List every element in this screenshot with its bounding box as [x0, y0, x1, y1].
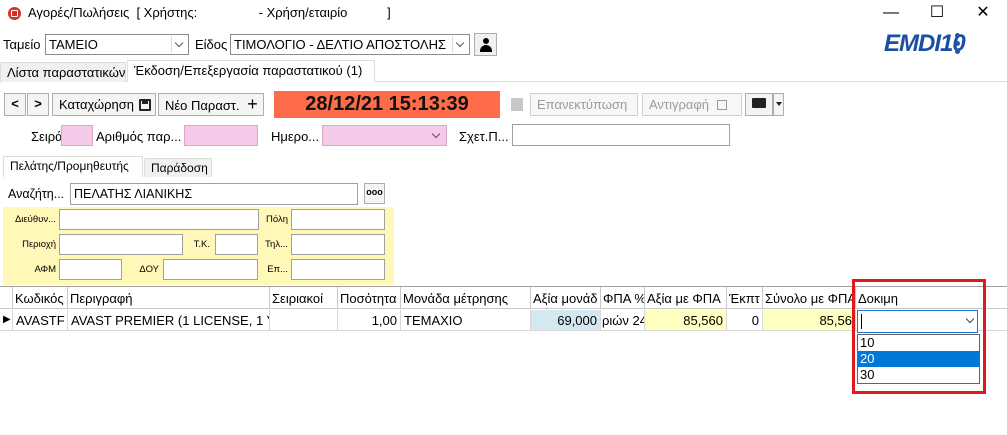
title-bar: Αγορές/Πωλήσεις [ Χρήστης: - Χρήση/εταιρ…: [0, 0, 1007, 27]
series-input[interactable]: [61, 125, 93, 146]
phone-input[interactable]: [291, 234, 385, 255]
print-dropdown[interactable]: [773, 93, 784, 116]
window-title: Αγορές/Πωλήσεις [ Χρήστης: - Χρήση/εταιρ…: [28, 5, 391, 20]
cell-serials[interactable]: [270, 310, 338, 331]
user-button[interactable]: [474, 33, 497, 56]
city-label: Πόλη: [266, 214, 288, 225]
chevron-down-icon: [429, 127, 445, 144]
type-select[interactable]: ΤΙΜΟΛΟΓΙΟ - ΔΕΛΤΙΟ ΑΠΟΣΤΟΛΗΣ: [230, 34, 470, 55]
column-header-description[interactable]: Περιγραφή: [68, 287, 270, 309]
profession-input[interactable]: [291, 259, 385, 280]
docnum-input[interactable]: [184, 125, 258, 146]
address-label: Διεύθυν...: [14, 214, 56, 225]
date-select[interactable]: [322, 125, 447, 146]
tab-document-edit[interactable]: Έκδοση/Επεξεργασία παραστατικού (1): [127, 60, 375, 82]
printer-icon: [752, 98, 766, 108]
zip-input[interactable]: [215, 234, 258, 255]
phone-label: Τηλ...: [264, 239, 288, 250]
reprint-button[interactable]: Επανεκτύπωση: [530, 93, 638, 116]
zip-label: Τ.Κ.: [193, 239, 210, 250]
cell-value-with-vat[interactable]: 85,560: [645, 310, 727, 331]
series-label: Σειρά: [31, 129, 63, 144]
column-header-discount[interactable]: Έκπτ: [727, 287, 763, 309]
address-input[interactable]: [59, 209, 259, 230]
column-header-total[interactable]: Σύνολο με ΦΠΑ: [763, 287, 856, 309]
customer-search-input[interactable]: ΠΕΛΑΤΗΣ ΛΙΑΝΙΚΗΣ: [70, 183, 358, 205]
area-label: Περιοχή: [22, 239, 56, 250]
minimize-button[interactable]: —: [876, 2, 906, 24]
cell-total[interactable]: 85,56: [763, 310, 856, 331]
plus-icon: +: [247, 94, 258, 114]
docnum-label: Αριθμός παρ...: [96, 129, 182, 144]
column-header-code[interactable]: Κωδικός: [13, 287, 68, 309]
more-customer-button[interactable]: ooo: [364, 183, 385, 204]
search-label: Αναζήτη...: [8, 187, 65, 201]
print-button[interactable]: [745, 93, 773, 116]
chevron-down-icon: [171, 36, 187, 53]
cell-quantity[interactable]: 1,00: [338, 310, 401, 331]
date-label: Ημερο...: [271, 129, 320, 144]
row-selector[interactable]: ▶: [0, 310, 13, 331]
cell-description[interactable]: AVAST PREMIER (1 LICENSE, 1 Y: [68, 310, 270, 331]
cell-discount[interactable]: 0: [727, 310, 763, 331]
tab-document-list[interactable]: Λίστα παραστατικών: [0, 62, 126, 82]
type-label: Είδος: [195, 37, 228, 52]
save-icon: [139, 99, 151, 111]
doy-input[interactable]: [163, 259, 258, 280]
register-value: ΤΑΜΕΙΟ: [49, 37, 98, 52]
copy-label: Αντιγραφή: [649, 97, 710, 112]
register-select[interactable]: ΤΑΜΕΙΟ: [45, 34, 189, 55]
close-button[interactable]: ✕: [968, 2, 998, 24]
afm-input[interactable]: [59, 259, 122, 280]
area-input[interactable]: [59, 234, 183, 255]
save-label: Καταχώρηση: [59, 97, 134, 112]
cell-code[interactable]: AVASTF: [13, 310, 68, 331]
caret-down-icon: [776, 102, 782, 106]
save-button[interactable]: Καταχώρηση: [52, 93, 156, 116]
city-input[interactable]: [291, 209, 385, 230]
new-document-label: Νέο Παραστ.: [165, 98, 240, 113]
chevron-down-icon: [452, 36, 468, 53]
type-value: ΤΙΜΟΛΟΓΙΟ - ΔΕΛΤΙΟ ΑΠΟΣΤΟΛΗΣ: [234, 37, 447, 52]
copy-button[interactable]: Αντιγραφή: [642, 93, 742, 116]
annotation-highlight: [852, 279, 986, 394]
column-header-value-with-vat[interactable]: Αξία με ΦΠΑ: [645, 287, 727, 309]
more-menu-icon[interactable]: [953, 33, 961, 55]
delete-icon: [511, 98, 523, 111]
column-header-serials[interactable]: Σειριακοί: [270, 287, 338, 309]
column-header-vat[interactable]: ΦΠΑ %: [601, 287, 645, 309]
cell-vat[interactable]: ριών 24: [601, 310, 645, 331]
related-label: Σχετ.Π...: [459, 129, 509, 144]
cell-unit-value[interactable]: 69,000: [531, 310, 601, 331]
copy-icon: [716, 100, 727, 110]
profession-label: Επ...: [267, 264, 288, 275]
related-input[interactable]: [512, 124, 730, 146]
register-label: Ταμείο: [3, 37, 41, 52]
user-icon: [483, 38, 489, 44]
customer-search-value: ΠΕΛΑΤΗΣ ΛΙΑΝΙΚΗΣ: [74, 187, 193, 201]
maximize-button[interactable]: ☐: [922, 2, 952, 24]
prev-button[interactable]: <: [4, 93, 26, 116]
column-header-quantity[interactable]: Ποσότητα: [338, 287, 401, 309]
column-header-unit-value[interactable]: Αξία μονάδ: [531, 287, 601, 309]
datetime-display: 28/12/21 15:13:39: [274, 91, 500, 118]
cell-unit[interactable]: ΤΕΜΑΧΙΟ: [401, 310, 531, 331]
tab-delivery[interactable]: Παράδοση: [144, 158, 212, 177]
next-button[interactable]: >: [27, 93, 49, 116]
column-header-unit[interactable]: Μονάδα μέτρησης: [401, 287, 531, 309]
doy-label: ΔΟΥ: [139, 264, 159, 275]
afm-label: ΑΦΜ: [34, 264, 56, 275]
new-document-button[interactable]: Νέο Παραστ. +: [158, 93, 264, 116]
tab-customer[interactable]: Πελάτης/Προμηθευτής: [3, 156, 143, 177]
app-icon: [8, 7, 21, 20]
